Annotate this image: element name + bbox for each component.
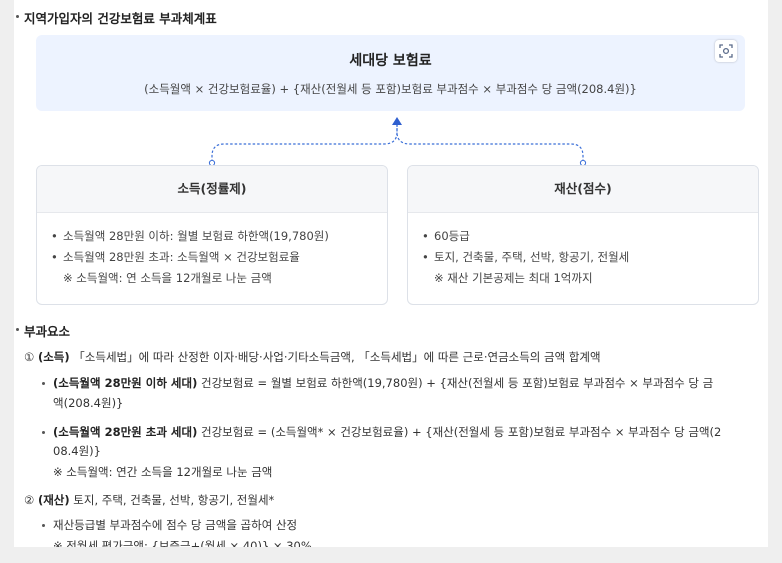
property-sub: 재산등급별 부과점수에 점수 당 금액을 곱하여 산정 <box>53 518 298 532</box>
bullet-dot <box>16 328 19 331</box>
element-item-income: ① (소득) 「소득세법」에 따라 산정한 이자·배당·사업·기타소득금액, 「… <box>24 350 601 364</box>
section-title-structure: 지역가입자의 건강보험료 부과체계표 <box>24 11 217 26</box>
flow-connector <box>208 117 587 167</box>
property-card-title: 재산(점수) <box>408 166 758 213</box>
bullet-dot <box>42 431 45 434</box>
list-item: • 토지, 건축물, 주택, 선박, 항공기, 전월세 <box>422 250 630 264</box>
formula-text: (소득월액 × 건강보험료율) + {재산(전월세 등 포함)보험료 부과점수 … <box>144 82 637 96</box>
bullet-dot <box>42 382 45 385</box>
income-card-title: 소득(정률제) <box>37 166 387 213</box>
list-item: • 60등급 <box>422 229 470 243</box>
property-card: 재산(점수) • 60등급 • 토지, 건축물, 주택, 선박, 항공기, 전월세 … <box>407 165 759 305</box>
document-page: 지역가입자의 건강보험료 부과체계표 세대당 보험료 (소득월액 × 건강보험료… <box>14 0 768 547</box>
property-card-note: ※ 재산 기본공제는 최대 1억까지 <box>434 271 593 285</box>
bullet-dot <box>42 524 45 527</box>
scan-button[interactable] <box>715 40 737 62</box>
income-sub-high: (소득월액 28만원 초과 세대) 건강보험료 = (소득월액* × 건강보험료… <box>53 425 722 439</box>
income-sub-low-cont: 액(208.4원)} <box>53 396 124 410</box>
income-sub-low: (소득월액 28만원 이하 세대) 건강보험료 = 월별 보험료 하한액(19,… <box>53 376 714 390</box>
income-card-note: ※ 소득월액: 연 소득을 12개월로 나눈 금액 <box>63 271 272 285</box>
section-title-elements: 부과요소 <box>24 324 71 339</box>
income-sub-high-note: ※ 소득월액: 연간 소득을 12개월로 나눈 금액 <box>53 465 273 479</box>
property-sub-note: ※ 전월세 평가금액: {보증금+(월세 × 40)} × 30% <box>53 539 312 547</box>
arrow-up-icon <box>392 117 402 125</box>
scan-icon <box>719 44 733 58</box>
list-item: • 소득월액 28만원 이하: 월별 보험료 하한액(19,780원) <box>51 229 329 243</box>
income-card: 소득(정률제) • 소득월액 28만원 이하: 월별 보험료 하한액(19,780… <box>36 165 388 305</box>
list-item: • 소득월액 28만원 초과: 소득월액 × 건강보험료율 <box>51 250 300 264</box>
bullet-dot <box>16 15 19 18</box>
income-sub-high-cont: 08.4원)} <box>53 444 101 458</box>
formula-box: 세대당 보험료 (소득월액 × 건강보험료율) + {재산(전월세 등 포함)보… <box>36 35 745 111</box>
formula-title: 세대당 보험료 <box>349 53 432 69</box>
element-item-property: ② (재산) 토지, 주택, 건축물, 선박, 항공기, 전월세* <box>24 493 275 507</box>
